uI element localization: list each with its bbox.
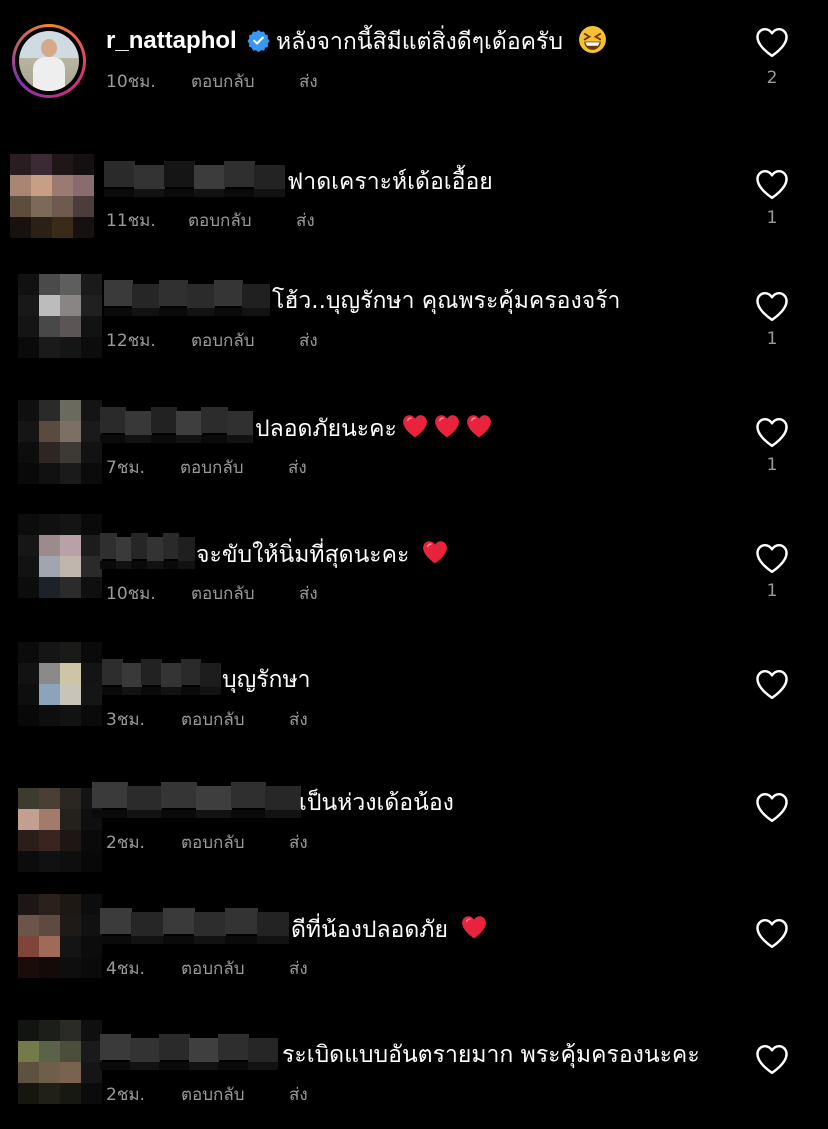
avatar[interactable] [18,274,102,358]
like-count: 1 [766,581,778,601]
comment-username[interactable]: r_nattaphol [106,27,237,55]
like-count: 1 [766,208,778,228]
reply-button[interactable]: ตอบกลับ [181,958,245,980]
avatar[interactable] [10,154,94,238]
comment-time: 2ชม. [106,1085,145,1105]
avatar[interactable] [18,894,102,978]
like-count: 2 [766,68,778,88]
avatar[interactable] [18,642,102,726]
reply-button[interactable]: ตอบกลับ [181,832,245,854]
reply-button[interactable]: ตอบกลับ [188,210,252,232]
send-button[interactable]: ส่ง [289,709,308,731]
verified-badge-icon [247,29,270,52]
send-button[interactable]: ส่ง [299,583,318,605]
comment-time: 12ชม. [106,331,156,351]
send-button[interactable]: ส่ง [289,958,308,980]
reply-button[interactable]: ตอบกลับ [181,709,245,731]
heart-outline-icon[interactable] [754,917,790,949]
reply-button[interactable]: ตอบกลับ [181,1084,245,1106]
comment-time: 10ชม. [106,584,156,604]
comment-time: 11ชม. [106,211,156,231]
comment-time: 10ชม. [106,72,156,92]
avatar[interactable] [18,788,102,872]
send-button[interactable]: ส่ง [299,330,318,352]
red-heart-emoji [403,415,427,438]
avatar[interactable] [12,24,86,98]
reply-button[interactable]: ตอบกลับ [191,330,255,352]
comments-screen: r_nattaphol หลังจากนี้สิมีแต่สิ่งดีๆเด้อ… [0,0,828,1129]
red-heart-emoji [467,415,491,438]
comment-text: เป็นห่วงเด้อน้อง [299,790,454,816]
send-button[interactable]: ส่ง [288,457,307,479]
avatar[interactable] [18,1020,102,1104]
heart-outline-icon[interactable] [754,542,790,574]
like-count: 1 [766,455,778,475]
comment-time: 7ชม. [106,458,145,478]
heart-outline-icon[interactable] [754,290,790,322]
comment-time: 4ชม. [106,959,145,979]
comment-text: ระเบิดแบบอันตรายมาก พระคุ้มครองนะคะ [282,1042,700,1068]
like-count: 1 [766,329,778,349]
heart-outline-icon[interactable] [754,168,790,200]
red-heart-emoji [423,541,448,564]
heart-outline-icon[interactable] [754,791,790,823]
comment-text: ดีที่น้องปลอดภัย [291,914,488,945]
comment-time: 3ชม. [106,710,145,730]
comment-text: โฮ้ว..บุญรักษา คุณพระคุ้มครองจร้า [272,288,621,314]
send-button[interactable]: ส่ง [289,832,308,854]
heart-outline-icon[interactable] [754,416,790,448]
send-button[interactable]: ส่ง [299,71,318,93]
send-button[interactable]: ส่ง [296,210,315,232]
red-heart-emoji [462,916,486,939]
heart-outline-icon[interactable] [754,1043,790,1075]
comment-text: ปลอดภัยนะคะ [255,413,493,444]
heart-outline-icon[interactable] [754,668,790,700]
heart-outline-icon[interactable] [754,26,790,58]
comment-text: หลังจากนี้สิมีแต่สิ่งดีๆเด้อครับ [276,25,607,57]
avatar[interactable] [18,400,102,484]
reply-button[interactable]: ตอบกลับ [180,457,244,479]
red-heart-emoji [435,415,459,438]
comment-item: r_nattaphol หลังจากนี้สิมีแต่สิ่งดีๆเด้อ… [0,0,828,110]
reply-button[interactable]: ตอบกลับ [191,583,255,605]
comment-text: บุญรักษา [222,667,311,693]
send-button[interactable]: ส่ง [289,1084,308,1106]
reply-button[interactable]: ตอบกลับ [191,71,255,93]
comment-time: 2ชม. [106,833,145,853]
grinning-squinting-face-emoji [579,26,607,53]
comment-text: ฟาดเคราะห์เด้อเอื้อย [287,169,493,195]
avatar[interactable] [18,514,102,598]
comment-text: จะขับให้นิ่มที่สุดนะคะ [196,539,449,570]
